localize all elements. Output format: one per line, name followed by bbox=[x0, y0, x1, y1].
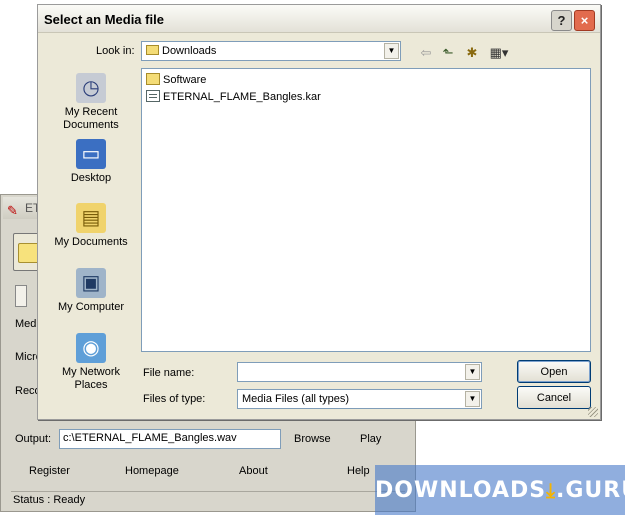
place-my-computer[interactable]: ▣ My Computer bbox=[50, 268, 132, 314]
dialog-title-bar: Select an Media file ? × bbox=[38, 5, 600, 33]
open-button[interactable]: Open bbox=[517, 360, 591, 383]
place-my-documents[interactable]: ▤ My Documents bbox=[50, 203, 132, 249]
download-arrow-icon: ⤓ bbox=[546, 478, 556, 502]
help-icon[interactable]: ? bbox=[551, 10, 572, 31]
browse-button[interactable]: Browse bbox=[294, 433, 331, 445]
cancel-button[interactable]: Cancel bbox=[517, 386, 591, 409]
place-label: My Computer bbox=[57, 301, 125, 313]
media-label: Medi bbox=[15, 318, 39, 330]
place-my-recent-documents[interactable]: ◷ My Recent Documents bbox=[50, 73, 132, 132]
output-label: Output: bbox=[15, 433, 52, 445]
chevron-down-icon[interactable]: ▼ bbox=[465, 391, 480, 407]
place-desktop[interactable]: ▭ Desktop bbox=[50, 139, 132, 185]
close-icon[interactable]: × bbox=[574, 10, 595, 31]
chevron-down-icon[interactable]: ▼ bbox=[465, 364, 480, 380]
play-button[interactable]: Play bbox=[360, 433, 381, 445]
files-of-type-label: Files of type: bbox=[143, 393, 206, 405]
place-label: Desktop bbox=[70, 172, 112, 184]
file-name-label: File name: bbox=[143, 367, 195, 379]
register-button[interactable]: Register bbox=[29, 465, 70, 477]
about-button[interactable]: About bbox=[239, 465, 268, 477]
place-label: My Documents bbox=[54, 236, 128, 248]
status-bar: Status : Ready bbox=[11, 491, 405, 507]
output-path-input[interactable]: c:\ETERNAL_FLAME_Bangles.wav bbox=[59, 429, 281, 449]
look-in-value: Downloads bbox=[146, 45, 216, 57]
files-of-type-select[interactable]: Media Files (all types) ▼ bbox=[237, 389, 482, 409]
file-list[interactable]: Software ETERNAL_FLAME_Bangles.kar bbox=[141, 68, 591, 352]
help-button[interactable]: Help bbox=[347, 465, 370, 477]
volume-slider-thumb[interactable] bbox=[15, 285, 27, 307]
look-in-select[interactable]: Downloads ▼ bbox=[141, 41, 401, 61]
select-media-dialog: Select an Media file ? × Look in: Downlo… bbox=[37, 4, 601, 420]
watermark-logo: DOWNLOADS⤓.GURU bbox=[375, 465, 626, 515]
place-label: My Network Places bbox=[61, 366, 121, 391]
back-arrow-icon[interactable]: ⇦ bbox=[416, 43, 436, 63]
up-folder-icon[interactable]: ⬑ bbox=[438, 43, 458, 63]
chevron-down-icon[interactable]: ▼ bbox=[384, 43, 399, 59]
my-documents-icon: ▤ bbox=[76, 203, 106, 233]
network-places-icon: ◉ bbox=[76, 333, 106, 363]
app-icon: ✎ bbox=[7, 203, 18, 218]
folder-icon bbox=[146, 45, 159, 55]
file-icon bbox=[146, 90, 160, 102]
my-computer-icon: ▣ bbox=[76, 268, 106, 298]
homepage-button[interactable]: Homepage bbox=[125, 465, 179, 477]
dialog-title: Select an Media file bbox=[44, 12, 164, 27]
resize-grip[interactable] bbox=[588, 407, 598, 417]
recent-documents-icon: ◷ bbox=[76, 73, 106, 103]
view-menu-icon[interactable]: ▦▾ bbox=[486, 43, 512, 63]
new-folder-icon[interactable]: ✱ bbox=[462, 43, 482, 63]
file-name-input[interactable]: ▼ bbox=[237, 362, 482, 382]
folder-icon bbox=[146, 73, 160, 85]
place-my-network-places[interactable]: ◉ My Network Places bbox=[50, 333, 132, 392]
look-in-label: Look in: bbox=[96, 45, 135, 57]
list-item[interactable]: ETERNAL_FLAME_Bangles.kar bbox=[146, 90, 321, 106]
place-label: My Recent Documents bbox=[63, 106, 119, 131]
desktop-icon: ▭ bbox=[76, 139, 106, 169]
list-item[interactable]: Software bbox=[146, 73, 206, 89]
